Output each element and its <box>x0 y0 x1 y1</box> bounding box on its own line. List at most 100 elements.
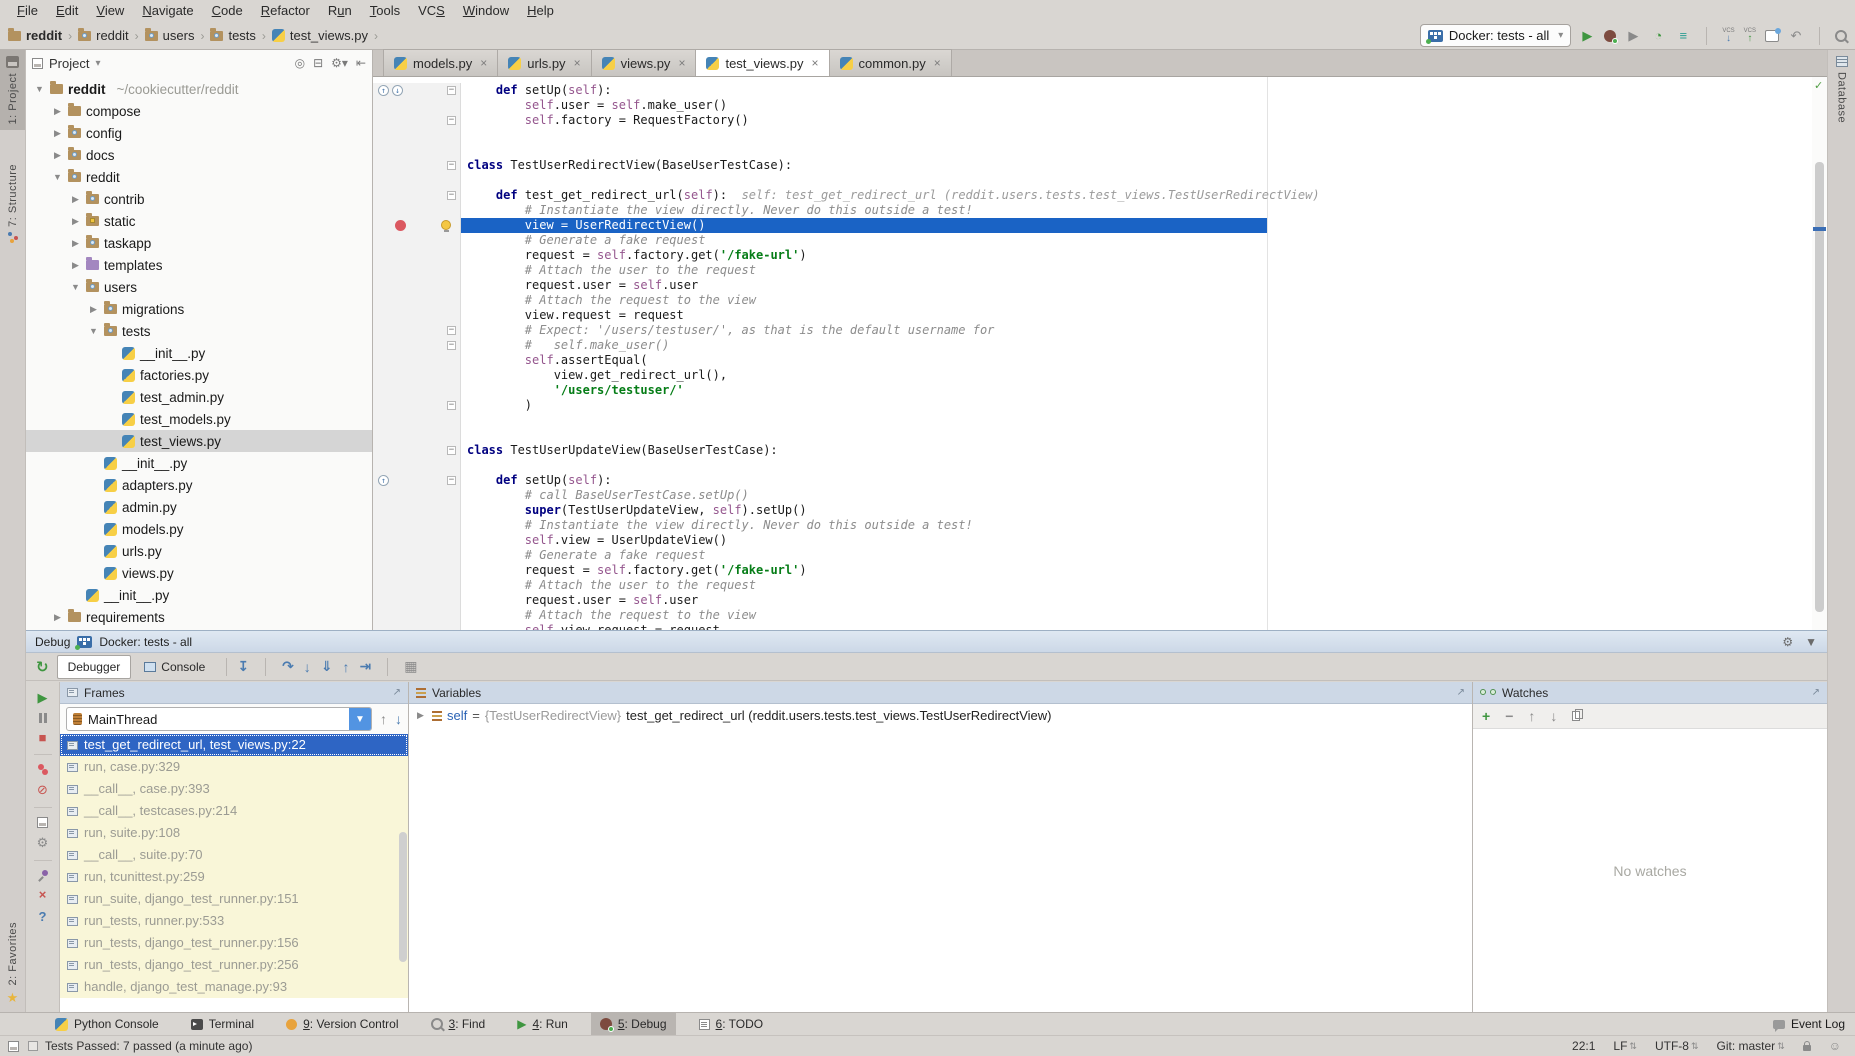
breakpoint-icon[interactable] <box>395 220 406 231</box>
search-icon[interactable] <box>431 1018 443 1030</box>
expand-arrow-icon[interactable]: ▶ <box>417 710 427 721</box>
fold-marker[interactable]: − <box>447 401 456 410</box>
vcs-commit-icon[interactable]: VCS↑ <box>1744 28 1756 44</box>
code-line[interactable]: # Instantiate the view directly. Never d… <box>373 203 1827 218</box>
code-line[interactable]: − def test_get_redirect_url(self): self:… <box>373 188 1827 203</box>
step-out-icon[interactable]: ↑ <box>343 659 350 675</box>
tree-item-test_admin-py[interactable]: test_admin.py <box>26 386 372 408</box>
frame-row[interactable]: handle, django_test_manage.py:93 <box>60 976 408 998</box>
hide-panel-icon[interactable]: ▼ <box>1805 635 1817 649</box>
tree-item-__init__-py[interactable]: __init__.py <box>26 342 372 364</box>
profiler-icon[interactable]: ◔ <box>1650 28 1666 43</box>
gutter[interactable] <box>373 278 461 293</box>
code-line[interactable]: # Attach the request to the view <box>373 293 1827 308</box>
fold-marker[interactable]: − <box>447 446 456 455</box>
thread-selector[interactable]: MainThread ▼ <box>66 707 372 731</box>
tree-item-config[interactable]: ▶config <box>26 122 372 144</box>
tool-window-switcher-icon[interactable] <box>8 1041 19 1052</box>
frame-row[interactable]: run_suite, django_test_runner.py:151 <box>60 888 408 910</box>
code-line[interactable]: self.user = self.make_user() <box>373 98 1827 113</box>
editor-body[interactable]: ↑↓− def setUp(self): self.user = self.ma… <box>373 77 1827 630</box>
tab-common-py[interactable]: common.py× <box>829 49 952 76</box>
gutter[interactable]: − <box>373 113 461 128</box>
tree-item-compose[interactable]: ▶compose <box>26 100 372 122</box>
float-panel-icon[interactable]: ↗ <box>1457 687 1465 698</box>
float-panel-icon[interactable]: ↗ <box>1812 687 1820 698</box>
fold-marker[interactable]: − <box>447 341 456 350</box>
fold-marker[interactable]: − <box>447 161 456 170</box>
close-icon[interactable]: × <box>678 56 685 70</box>
run-to-cursor-icon[interactable]: ⇥ <box>360 658 372 675</box>
move-down-icon[interactable]: ↓ <box>1550 708 1557 724</box>
tree-item-tests[interactable]: ▼tests <box>26 320 372 342</box>
code-line[interactable]: # Attach the user to the request <box>373 263 1827 278</box>
frame-row[interactable]: __call__, testcases.py:214 <box>60 800 408 822</box>
code-line[interactable]: request = self.factory.get('/fake-url') <box>373 563 1827 578</box>
gutter[interactable]: − <box>373 323 461 338</box>
tree-item-migrations[interactable]: ▶migrations <box>26 298 372 320</box>
tool-stripe-project[interactable]: 1: Project <box>0 50 25 130</box>
tree-item-admin-py[interactable]: admin.py <box>26 496 372 518</box>
fold-marker[interactable]: − <box>447 326 456 335</box>
pin-icon[interactable] <box>38 870 48 880</box>
frame-row[interactable]: run, suite.py:108 <box>60 822 408 844</box>
run-icon[interactable]: ▶ <box>517 1017 526 1031</box>
code-line[interactable] <box>373 428 1827 443</box>
debug-tab-debugger[interactable]: Debugger <box>57 655 132 679</box>
search-icon[interactable] <box>1835 30 1847 42</box>
code-line[interactable]: ↑↓− def setUp(self): <box>373 83 1827 98</box>
tree-item-static[interactable]: ▶static <box>26 210 372 232</box>
restore-layout-icon[interactable] <box>37 817 48 828</box>
run-config-select[interactable]: Docker: tests - all ▾ <box>1420 24 1571 47</box>
gutter[interactable] <box>373 233 461 248</box>
gutter[interactable] <box>373 458 461 473</box>
status-git-master[interactable]: Git: master⇅ <box>1717 1039 1785 1053</box>
menu-edit[interactable]: Edit <box>47 0 87 22</box>
previous-frame-icon[interactable]: ↑ <box>380 711 387 727</box>
code-line[interactable]: − ) <box>373 398 1827 413</box>
frame-row[interactable]: run_tests, runner.py:533 <box>60 910 408 932</box>
menu-refactor[interactable]: Refactor <box>252 0 319 22</box>
code-line[interactable]: request.user = self.user <box>373 593 1827 608</box>
gutter[interactable] <box>373 248 461 263</box>
event-log-button[interactable]: Event Log <box>1773 1017 1855 1031</box>
mute-breakpoints-icon[interactable]: ⊘ <box>37 782 48 798</box>
toolwindow-python-console[interactable]: Python Console <box>46 1013 168 1035</box>
gutter[interactable]: − <box>373 443 461 458</box>
tree-expand-arrow[interactable]: ▶ <box>88 304 99 315</box>
gutter[interactable]: − <box>373 158 461 173</box>
lock-icon[interactable] <box>1803 1045 1811 1051</box>
debug-icon[interactable] <box>600 1018 612 1030</box>
force-step-into-icon[interactable]: ⇓ <box>321 658 333 675</box>
code-line[interactable] <box>373 128 1827 143</box>
gutter[interactable] <box>373 143 461 158</box>
gutter[interactable] <box>373 533 461 548</box>
code-line[interactable] <box>373 458 1827 473</box>
gutter[interactable]: − <box>373 398 461 413</box>
gutter[interactable]: − <box>373 188 461 203</box>
breadcrumb-item-users[interactable]: users <box>145 28 195 43</box>
tree-collapse-arrow[interactable]: ▼ <box>52 172 63 182</box>
gutter[interactable]: − <box>373 338 461 353</box>
tree-expand-arrow[interactable]: ▶ <box>52 612 63 623</box>
fold-marker[interactable]: − <box>447 86 456 95</box>
tree-expand-arrow[interactable]: ▶ <box>70 238 81 249</box>
tab-test_views-py[interactable]: test_views.py× <box>695 49 829 76</box>
code-line[interactable] <box>373 143 1827 158</box>
settings-icon[interactable]: ⚙ <box>37 835 49 851</box>
gutter[interactable] <box>373 308 461 323</box>
code-line[interactable]: request = self.factory.get('/fake-url') <box>373 248 1827 263</box>
code-line[interactable]: view.request = request <box>373 308 1827 323</box>
frame-row[interactable]: __call__, case.py:393 <box>60 778 408 800</box>
overrides-icon[interactable]: ↑ <box>378 475 389 486</box>
gutter[interactable] <box>373 413 461 428</box>
code-line[interactable]: # Attach the user to the request <box>373 578 1827 593</box>
tab-views-py[interactable]: views.py× <box>591 49 697 76</box>
tool-stripe-structure[interactable]: 7: Structure <box>0 158 25 250</box>
tree-expand-arrow[interactable]: ▶ <box>52 150 63 161</box>
run-icon[interactable]: ▶ <box>1579 28 1595 44</box>
hide-panel-icon[interactable]: ⇤ <box>356 56 366 70</box>
step-into-icon[interactable]: ↓ <box>304 659 311 675</box>
tree-item-views-py[interactable]: views.py <box>26 562 372 584</box>
add-icon[interactable]: + <box>1482 708 1490 724</box>
